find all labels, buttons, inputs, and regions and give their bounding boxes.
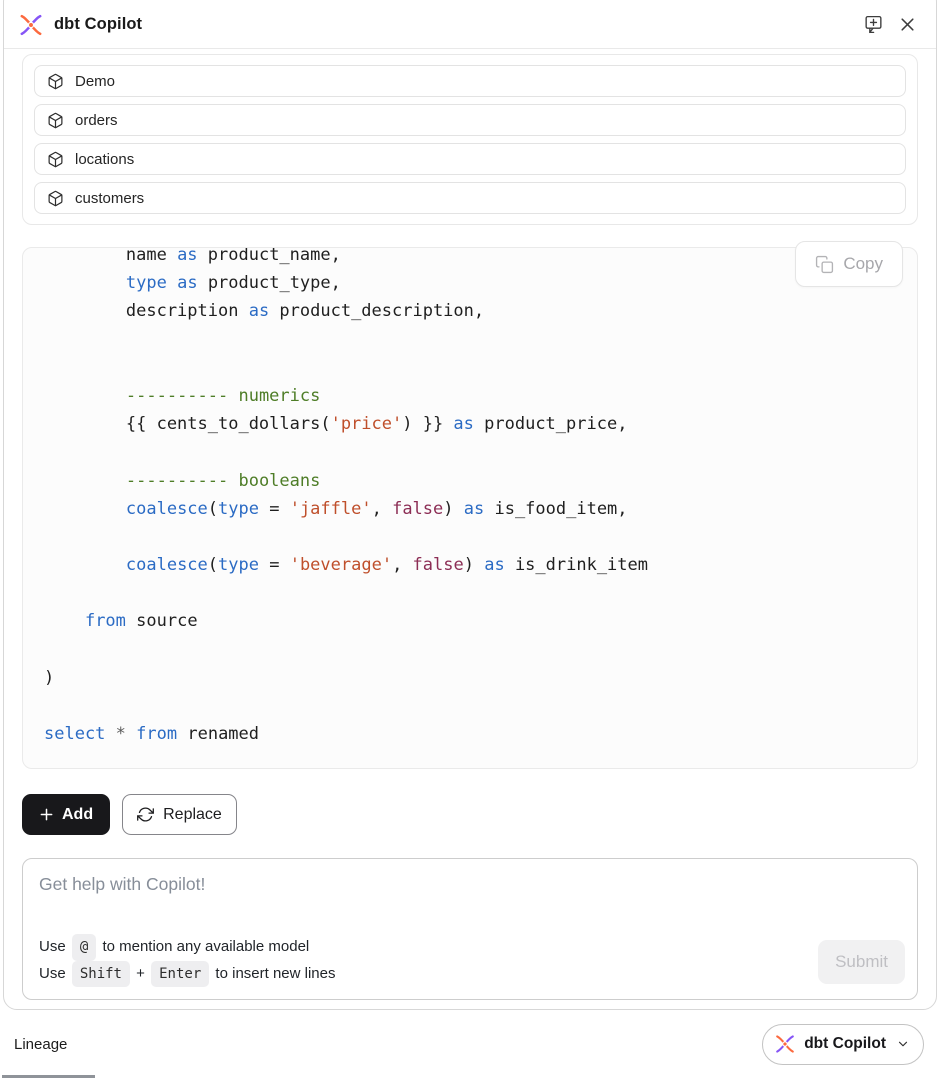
submit-button[interactable]: Submit [818,940,905,984]
code-line [44,692,905,720]
code-line: coalesce(type = 'beverage', false) as is… [44,551,905,579]
code-line: description as product_description, [44,297,905,325]
code-line: select * from renamed [44,720,905,748]
model-chips-container: Demo orders locations customers [22,54,918,225]
refresh-icon [137,806,154,823]
code-line [44,354,905,382]
dbt-copilot-logo-icon [774,1033,796,1055]
code-line: ) [44,664,905,692]
model-chip-label: locations [75,151,134,168]
code-scroll-area[interactable]: name as product_name, type as product_ty… [44,248,905,748]
composer-hint: Use Shift + Enter to insert new lines [39,961,336,988]
cube-icon [47,112,64,129]
code-line [44,636,905,664]
composer-hint: Use @ to mention any available model [39,934,336,961]
cube-icon [47,190,64,207]
copilot-selector-button[interactable]: dbt Copilot [762,1024,924,1065]
replace-button-label: Replace [163,806,222,824]
panel-header: dbt Copilot [4,1,936,49]
footer-bar: Lineage dbt Copilot [0,1010,940,1078]
actions-row: Add Replace [22,794,918,835]
kbd-chip: Enter [151,961,209,988]
add-to-editor-icon[interactable] [860,12,886,38]
code-line [44,579,905,607]
chevron-down-icon [896,1037,910,1051]
close-icon[interactable] [894,12,920,38]
code-block: Copy name as product_name, type as produ… [22,247,918,769]
kbd-chip: Shift [72,961,130,988]
code-line: {{ cents_to_dollars('price') }} as produ… [44,410,905,438]
add-button-label: Add [62,806,93,824]
model-chip-label: orders [75,112,118,129]
add-button[interactable]: Add [22,794,110,835]
composer-hints: Use @ to mention any available modelUse … [39,934,336,987]
code-line [44,523,905,551]
input-placeholder: Get help with Copilot! [39,874,901,895]
tab-lineage[interactable]: Lineage [14,1036,67,1053]
code-line: ---------- numerics [44,382,905,410]
copy-icon [815,255,834,274]
plus-icon [39,807,54,822]
model-chip-label: customers [75,190,144,207]
model-chip-demo[interactable]: Demo [34,65,906,97]
model-chip-locations[interactable]: locations [34,143,906,175]
code-line: type as product_type, [44,269,905,297]
code-line [44,326,905,354]
code-line [44,438,905,466]
copilot-input[interactable]: Get help with Copilot! Use @ to mention … [22,858,918,1000]
cube-icon [47,73,64,90]
code-line: ---------- booleans [44,467,905,495]
panel-title: dbt Copilot [54,15,142,34]
model-chip-customers[interactable]: customers [34,182,906,214]
kbd-chip: @ [72,934,96,961]
replace-button[interactable]: Replace [122,794,237,835]
copy-button-label: Copy [843,254,883,274]
code-line: name as product_name, [44,248,905,269]
copy-button[interactable]: Copy [795,241,903,287]
code-content: name as product_name, type as product_ty… [44,248,905,748]
copilot-panel: dbt Copilot Demo orders [3,0,937,1010]
dbt-copilot-logo-icon [18,12,44,38]
code-line: from source [44,607,905,635]
copilot-selector-label: dbt Copilot [804,1035,886,1053]
cube-icon [47,151,64,168]
code-line: coalesce(type = 'jaffle', false) as is_f… [44,495,905,523]
panel-body: Demo orders locations customers Copy nam… [4,54,936,1000]
model-chip-label: Demo [75,73,115,90]
model-chip-orders[interactable]: orders [34,104,906,136]
